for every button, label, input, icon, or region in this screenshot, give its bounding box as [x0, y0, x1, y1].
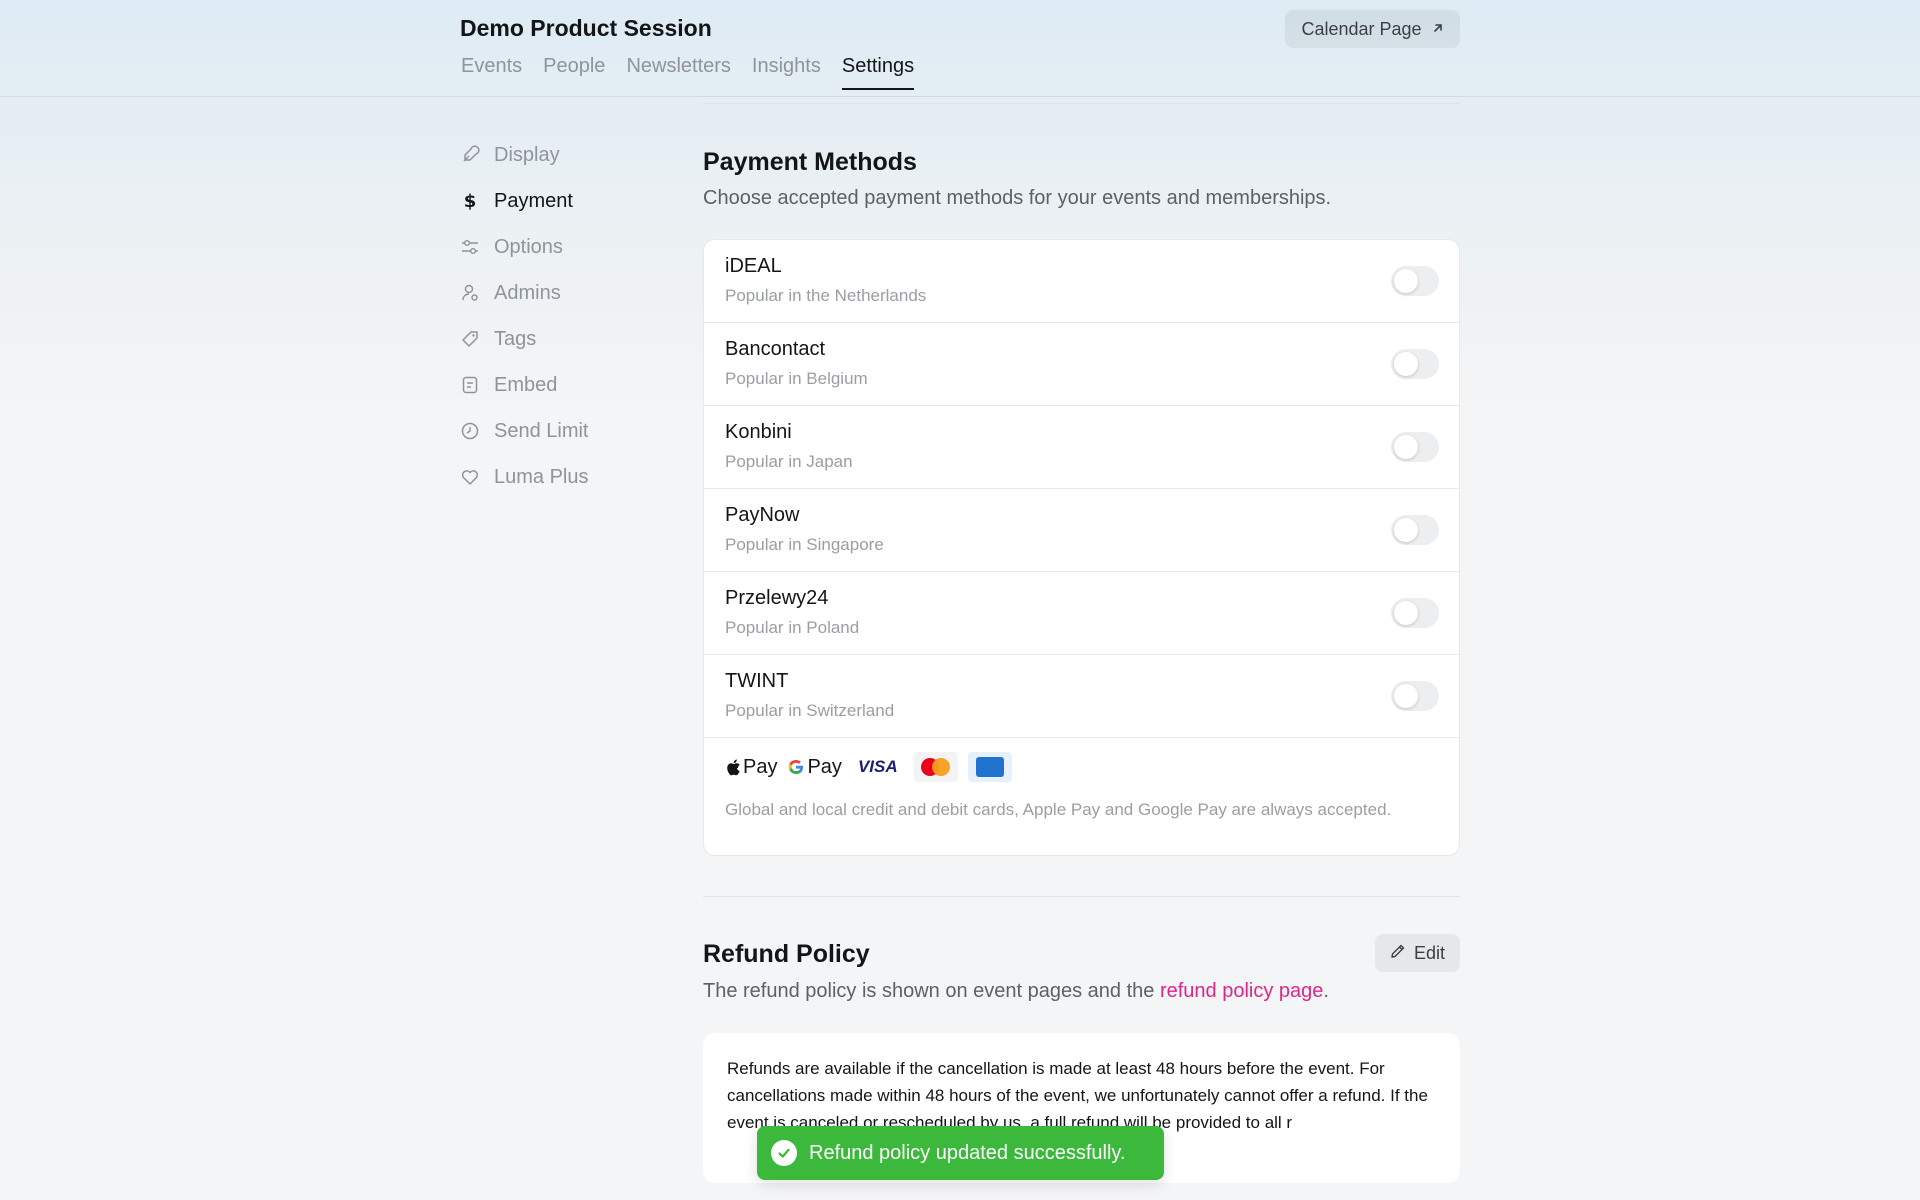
konbini-toggle[interactable]: [1391, 432, 1439, 462]
sidebar-item-label: Display: [494, 143, 560, 166]
payment-method-description: Popular in Belgium: [725, 369, 868, 388]
check-circle-icon: [771, 1140, 797, 1166]
google-g-icon: [789, 760, 804, 774]
payment-method-name: Przelewy24: [725, 587, 829, 609]
payment-methods-subtitle: Choose accepted payment methods for your…: [703, 187, 1332, 209]
sidebar-item-payment[interactable]: $ Payment: [460, 178, 589, 224]
calendar-page-label: Calendar Page: [1301, 18, 1422, 39]
payment-method-row: TWINT Popular in Switzerland: [704, 655, 1459, 738]
payment-method-description: Popular in Singapore: [725, 535, 884, 554]
sidebar-item-embed[interactable]: Embed: [460, 362, 589, 408]
sidebar-item-label: Send Limit: [494, 419, 589, 442]
refund-subtitle-suffix: .: [1323, 980, 1329, 1002]
svg-text:$: $: [464, 191, 477, 211]
cards-note: Global and local credit and debit cards,…: [725, 800, 1392, 819]
card-logos: Pay Pay VISA: [725, 752, 1012, 782]
display-icon: [460, 145, 480, 165]
payment-method-row: PayNow Popular in Singapore: [704, 489, 1459, 572]
apple-pay-text: Pay: [743, 755, 778, 778]
settings-sidebar: Display $ Payment Options Admins Tags Em…: [460, 132, 589, 500]
clock-icon: [460, 421, 480, 441]
paynow-toggle[interactable]: [1391, 515, 1439, 545]
sidebar-item-label: Payment: [494, 189, 573, 212]
ideal-toggle[interactable]: [1391, 266, 1439, 296]
sliders-icon: [460, 237, 480, 257]
toggle-knob: [1394, 269, 1418, 293]
toggle-knob: [1394, 601, 1418, 625]
tab-insights[interactable]: Insights: [752, 55, 821, 89]
payment-method-name: TWINT: [725, 670, 789, 692]
sidebar-item-label: Luma Plus: [494, 465, 589, 488]
tab-people[interactable]: People: [543, 55, 605, 89]
sidebar-item-display[interactable]: Display: [460, 132, 589, 178]
heart-icon: [460, 467, 480, 487]
bancontact-toggle[interactable]: [1391, 349, 1439, 379]
sidebar-item-send-limit[interactable]: Send Limit: [460, 408, 589, 454]
payment-method-row: Przelewy24 Popular in Poland: [704, 572, 1459, 655]
payment-method-row: iDEAL Popular in the Netherlands: [704, 240, 1459, 323]
sidebar-item-label: Embed: [494, 373, 558, 396]
payment-method-row: Konbini Popular in Japan: [704, 406, 1459, 489]
refund-policy-text: Refunds are available if the cancellatio…: [727, 1059, 1428, 1132]
twint-toggle[interactable]: [1391, 681, 1439, 711]
edit-label: Edit: [1413, 942, 1446, 963]
payment-methods-card: iDEAL Popular in the Netherlands Bancont…: [703, 239, 1460, 856]
payment-methods-title: Payment Methods: [703, 148, 917, 176]
divider: [703, 103, 1460, 104]
page-title: Demo Product Session: [460, 15, 712, 41]
toast-message: Refund policy updated successfully.: [809, 1141, 1126, 1164]
edit-refund-policy-button[interactable]: Edit: [1375, 934, 1460, 972]
tag-icon: [460, 329, 480, 349]
apple-pay-logo: Pay: [725, 756, 777, 779]
refund-policy-page-link[interactable]: refund policy page: [1160, 980, 1323, 1002]
toggle-knob: [1394, 684, 1418, 708]
toggle-knob: [1394, 518, 1418, 542]
sidebar-item-tags[interactable]: Tags: [460, 316, 589, 362]
success-toast: Refund policy updated successfully.: [757, 1126, 1164, 1180]
nav-tabs: Events People Newsletters Insights Setti…: [461, 55, 915, 90]
payment-method-description: Popular in Switzerland: [725, 701, 895, 720]
toggle-knob: [1394, 352, 1418, 376]
toggle-knob: [1394, 435, 1418, 459]
sidebar-item-label: Tags: [494, 327, 537, 350]
payment-method-name: iDEAL: [725, 255, 782, 277]
pencil-icon: [1390, 943, 1406, 964]
apple-icon: [727, 759, 740, 775]
admins-icon: [460, 283, 480, 303]
payment-method-description: Popular in Poland: [725, 618, 860, 637]
header: Demo Product Session Calendar Page Event…: [0, 0, 1920, 97]
payment-method-row: Bancontact Popular in Belgium: [704, 323, 1459, 406]
sidebar-item-luma-plus[interactable]: Luma Plus: [460, 454, 589, 500]
sidebar-item-admins[interactable]: Admins: [460, 270, 589, 316]
google-pay-text: Pay: [807, 755, 842, 778]
google-pay-logo: Pay: [787, 755, 842, 779]
divider: [703, 896, 1460, 897]
amex-card-logo: [967, 752, 1012, 782]
dollar-icon: $: [460, 191, 480, 211]
refund-subtitle-prefix: The refund policy is shown on event page…: [703, 980, 1160, 1002]
mastercard-logo: [913, 752, 958, 782]
visa-logo: VISA: [857, 757, 898, 776]
sidebar-item-label: Options: [494, 235, 563, 258]
refund-policy-subtitle: The refund policy is shown on event page…: [703, 980, 1329, 1003]
tab-newsletters[interactable]: Newsletters: [626, 55, 730, 89]
payment-method-description: Popular in the Netherlands: [725, 286, 927, 305]
payment-method-name: PayNow: [725, 504, 800, 526]
przelewy24-toggle[interactable]: [1391, 598, 1439, 628]
refund-policy-title: Refund Policy: [703, 940, 870, 968]
payment-method-name: Konbini: [725, 421, 792, 443]
payment-method-description: Popular in Japan: [725, 452, 853, 471]
calendar-page-button[interactable]: Calendar Page: [1285, 10, 1460, 48]
tab-settings[interactable]: Settings: [841, 55, 915, 90]
external-arrow-icon: [1432, 21, 1444, 38]
tab-events[interactable]: Events: [461, 55, 522, 89]
sidebar-item-label: Admins: [494, 281, 561, 304]
sidebar-item-options[interactable]: Options: [460, 224, 589, 270]
payment-method-name: Bancontact: [725, 338, 826, 360]
embed-icon: [460, 375, 480, 395]
